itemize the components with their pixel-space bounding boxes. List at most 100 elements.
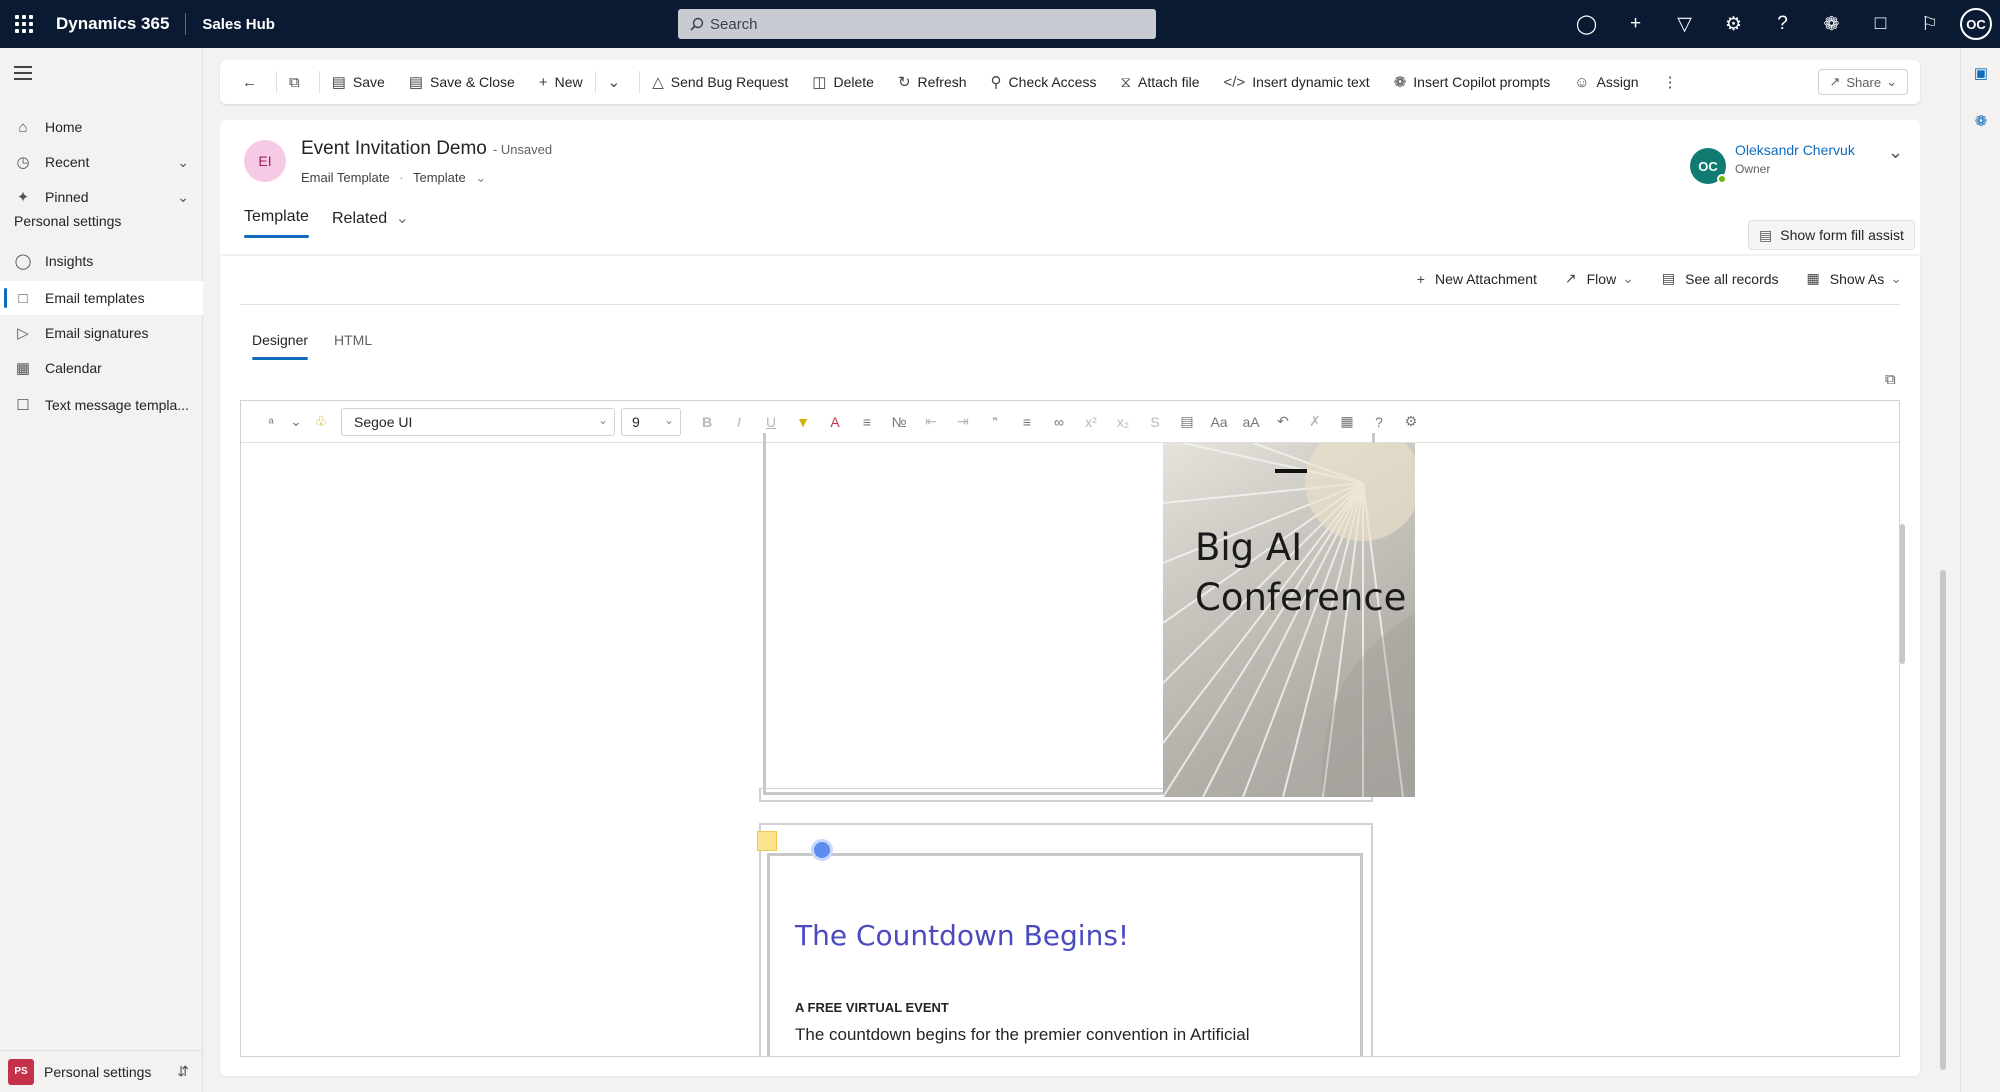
gear-icon[interactable]: ⚙ <box>1395 413 1427 430</box>
save-close-label: Save & Close <box>430 74 515 90</box>
header-expand-chevron-icon[interactable]: ⌄ <box>1888 142 1903 163</box>
page-scrollbar[interactable] <box>1940 570 1946 1070</box>
quote-icon[interactable]: ” <box>979 414 1011 430</box>
link-icon[interactable]: ∞ <box>1043 414 1075 430</box>
strikethrough-icon[interactable]: S <box>1139 414 1171 430</box>
nav-item-insights[interactable]: ◯ Insights <box>0 244 203 278</box>
insert-dynamic-text-button[interactable]: </> Insert dynamic text <box>1212 60 1382 104</box>
open-new-window-button[interactable]: ⧉ <box>277 60 319 104</box>
more-new-options-button[interactable]: ⌄ <box>596 60 640 104</box>
feedback-icon[interactable]: ⚐ <box>1905 0 1954 48</box>
event-body-text[interactable]: The countdown begins for the premier con… <box>795 1025 1250 1045</box>
refresh-button[interactable]: ↻ Refresh <box>886 60 979 104</box>
share-button[interactable]: ↗ Share ⌄ <box>1818 69 1908 95</box>
tab-template[interactable]: Template <box>244 208 309 238</box>
back-button[interactable]: ← <box>230 60 276 104</box>
lowercase-icon[interactable]: aA <box>1235 414 1267 430</box>
nav-item-home[interactable]: ⌂ Home <box>0 110 203 144</box>
plus-icon[interactable]: + <box>1611 0 1660 48</box>
search-input[interactable]: Search <box>678 9 1156 39</box>
numbered-list-icon[interactable]: № <box>883 414 915 430</box>
show-as-button[interactable]: ▦ Show As ⌄ <box>1807 270 1902 287</box>
tab-designer[interactable]: Designer <box>252 332 309 360</box>
format-painter-icon[interactable]: ᵃ <box>255 414 287 430</box>
increase-indent-icon[interactable]: ⇥ <box>947 413 979 430</box>
app-launcher-button[interactable] <box>0 0 48 48</box>
see-all-records-button[interactable]: ▤ See all records <box>1662 270 1779 287</box>
email-canvas[interactable]: Big AI Conference The Countdown Begins! … <box>241 433 1899 1056</box>
chat-icon[interactable]: □ <box>1856 0 1905 48</box>
clear-format-icon[interactable]: ✗ <box>1299 413 1331 430</box>
nav-item-email-templates[interactable]: □ Email templates <box>0 281 203 315</box>
nav-item-text-message-templates[interactable]: ☐ Text message templa... <box>0 388 203 422</box>
nav-item-recent[interactable]: ◷ Recent ⌄ <box>0 145 203 179</box>
countdown-heading[interactable]: The Countdown Begins! <box>795 919 1129 952</box>
decrease-indent-icon[interactable]: ⇤ <box>915 413 947 430</box>
gear-icon[interactable]: ⚙ <box>1709 0 1758 48</box>
delete-button[interactable]: ◫ Delete <box>800 60 886 104</box>
filter-icon[interactable]: ▽ <box>1660 0 1709 48</box>
attach-file-button[interactable]: ⧖ Attach file <box>1108 60 1211 104</box>
lightbulb-icon[interactable]: ◯ <box>1562 0 1611 48</box>
font-color-icon[interactable]: A <box>819 414 851 430</box>
check-access-button[interactable]: ⚲ Check Access <box>979 60 1109 104</box>
highlighter-icon[interactable]: ♧ <box>305 413 337 430</box>
person-icon: ☺ <box>1574 73 1590 91</box>
hero-image[interactable]: Big AI Conference <box>1163 443 1415 797</box>
assign-button[interactable]: ☺ Assign <box>1562 60 1650 104</box>
help-icon[interactable]: ? <box>1758 0 1807 48</box>
save-close-button[interactable]: ▤ Save & Close <box>397 60 527 104</box>
area-switcher[interactable]: PS Personal settings ⇵ <box>0 1050 203 1092</box>
left-navigation: ⌂ Home ◷ Recent ⌄ ✦ Pinned ⌄ Personal se… <box>0 48 203 1092</box>
chevron-down-icon[interactable]: ⌄ <box>287 413 305 430</box>
save-button[interactable]: ▤ Save <box>320 60 397 104</box>
bold-icon[interactable]: B <box>691 414 723 430</box>
section-drag-handle-icon[interactable] <box>757 831 777 851</box>
copilot-pane-icon[interactable]: ❁ <box>1972 112 1990 130</box>
hamburger-icon[interactable] <box>14 66 32 84</box>
nav-item-email-signatures[interactable]: ▷ Email signatures <box>0 316 203 350</box>
event-label[interactable]: A FREE VIRTUAL EVENT <box>795 1000 949 1015</box>
font-family-select[interactable]: Segoe UI ⌄ <box>341 407 615 436</box>
italic-icon[interactable]: I <box>723 414 755 430</box>
expand-icon[interactable]: ⧉ <box>1885 371 1896 388</box>
bullet-list-icon[interactable]: ≡ <box>851 414 883 430</box>
tab-related[interactable]: Related ⌄ <box>332 208 409 228</box>
nav-item-pinned[interactable]: ✦ Pinned ⌄ <box>0 180 203 214</box>
image-icon[interactable]: ▤ <box>1171 413 1203 430</box>
align-icon[interactable]: ≡ <box>1011 414 1043 430</box>
superscript-icon[interactable]: x² <box>1075 414 1107 430</box>
flow-button[interactable]: ↗ Flow ⌄ <box>1565 270 1634 287</box>
help-icon[interactable]: ? <box>1363 414 1395 430</box>
app-name[interactable]: Sales Hub <box>202 16 275 33</box>
email-section-countdown[interactable]: The Countdown Begins! A FREE VIRTUAL EVE… <box>757 823 1373 1056</box>
editor-scrollbar[interactable] <box>1900 524 1905 664</box>
underline-icon[interactable]: U <box>755 414 787 430</box>
form-selector[interactable]: Template <box>413 170 466 185</box>
copilot-icon[interactable]: ❁ <box>1807 0 1856 48</box>
chevron-down-icon[interactable]: ⌄ <box>475 170 486 185</box>
subscript-icon[interactable]: x₂ <box>1107 414 1139 430</box>
chevron-down-icon[interactable]: ⌄ <box>177 189 189 206</box>
more-commands-button[interactable]: ⋮ <box>1651 60 1697 104</box>
highlight-color-icon[interactable]: ▼ <box>787 414 819 430</box>
uppercase-icon[interactable]: Aa <box>1203 414 1235 430</box>
owner-name-link[interactable]: Oleksandr Chervuk <box>1735 142 1855 158</box>
block-selector-icon[interactable] <box>811 839 833 861</box>
new-attachment-button[interactable]: + New Attachment <box>1417 271 1537 287</box>
chevron-down-icon[interactable]: ⌄ <box>177 154 189 171</box>
new-button[interactable]: + New <box>527 60 595 104</box>
table-icon[interactable]: ▦ <box>1331 413 1363 430</box>
productivity-pane-icon[interactable]: ▣ <box>1972 64 1990 82</box>
font-size-select[interactable]: 9 ⌄ <box>621 407 681 436</box>
show-form-fill-assist-button[interactable]: ▤ Show form fill assist <box>1748 220 1915 250</box>
nav-item-calendar[interactable]: ▦ Calendar <box>0 351 203 385</box>
brand-name[interactable]: Dynamics 365 <box>56 14 169 34</box>
insert-copilot-prompts-button[interactable]: ❁ Insert Copilot prompts <box>1382 60 1563 104</box>
user-avatar[interactable]: OC <box>1960 8 1992 40</box>
up-down-chevron-icon: ⇵ <box>177 1063 189 1079</box>
tab-html[interactable]: HTML <box>334 332 372 348</box>
undo-icon[interactable]: ↶ <box>1267 413 1299 430</box>
send-bug-request-button[interactable]: △ Send Bug Request <box>640 60 800 104</box>
owner-avatar[interactable]: OC <box>1690 148 1727 184</box>
